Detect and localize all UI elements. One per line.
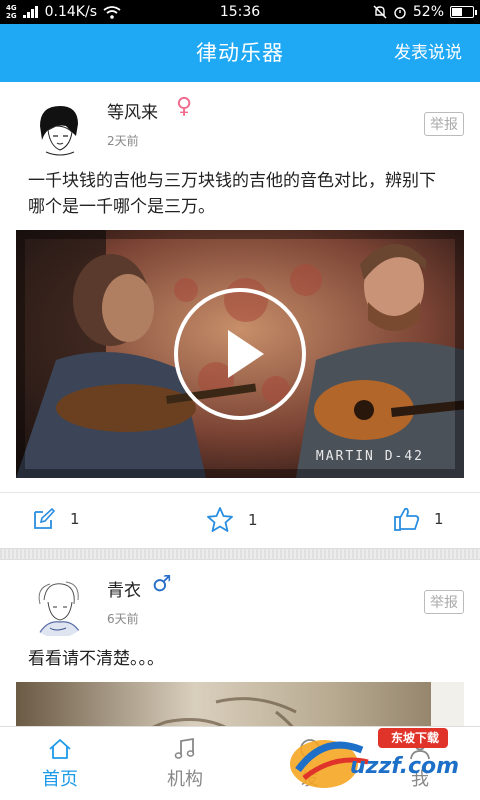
thumbs-up-icon [394,507,420,531]
post-separator [0,548,480,560]
mute-bell-icon [373,5,387,19]
watermark-logo: 东坡下载 uzzf.com [284,724,474,792]
avatar[interactable] [26,574,90,638]
nav-home[interactable]: 首页 [0,727,120,800]
post-status-button[interactable]: 发表说说 [394,24,462,82]
nav-institutions-label: 机构 [167,769,203,790]
comment-button[interactable]: 1 [32,507,80,531]
network-speed: 0.14K/s [44,4,97,20]
avatar-sketch-icon [26,96,90,160]
nav-institutions[interactable]: 机构 [125,727,245,800]
nav-home-label: 首页 [42,769,78,790]
comment-count: 1 [70,510,80,528]
wifi-icon [103,5,121,19]
like-count: 1 [434,510,444,528]
favorite-button[interactable]: 1 [206,507,258,533]
battery-percent: 52% [412,4,444,20]
watermark-brand: uzzf.com [350,754,460,779]
avatar-sketch-icon [26,574,90,638]
edit-icon [34,507,56,529]
post-actions: 1 1 1 [0,492,480,548]
favorite-count: 1 [248,511,258,529]
male-icon: ♂ [152,572,172,597]
network-type: 4G 2G [6,4,17,20]
female-icon: ♀ [176,94,193,119]
watermark-tag: 东坡下载 [390,731,439,745]
username[interactable]: 等风来 [107,98,158,123]
status-bar: 4G 2G 0.14K/s 15:36 52% [0,0,480,24]
post-time: 6天前 [107,612,139,626]
star-icon [207,507,233,532]
battery-icon [450,6,477,18]
image-thumbnail[interactable] [16,682,464,726]
post-time: 2天前 [107,134,139,148]
app-bar: 律动乐器 发表说说 [0,24,480,82]
username[interactable]: 青衣 [107,576,141,601]
report-button[interactable]: 举报 [424,590,464,614]
video-frame [16,230,464,478]
report-button[interactable]: 举报 [424,112,464,136]
signal-icon [22,6,38,18]
post-card: 青衣 ♂ 6天前 举报 看看请不清楚。。。 [0,560,480,726]
music-note-icon [174,737,195,759]
post-text: 一千块钱的吉他与三万块钱的吉他的音色对比，辨别下哪个是一千哪个是三万。 [28,171,436,217]
video-caption: Martin D-42 [315,449,424,464]
like-button[interactable]: 1 [394,507,444,531]
post-card: 等风来 ♀ 2天前 举报 一千块钱的吉他与三万块钱的吉他的音色对比，辨别下哪个是… [0,82,480,548]
home-icon [49,739,71,759]
video-thumbnail[interactable]: Martin D-42 [16,230,464,478]
post-text: 看看请不清楚。。。 [28,649,164,669]
post-image [16,682,464,726]
avatar[interactable] [26,96,90,160]
alarm-icon [394,7,406,19]
feed[interactable]: 等风来 ♀ 2天前 举报 一千块钱的吉他与三万块钱的吉他的音色对比，辨别下哪个是… [0,82,480,726]
